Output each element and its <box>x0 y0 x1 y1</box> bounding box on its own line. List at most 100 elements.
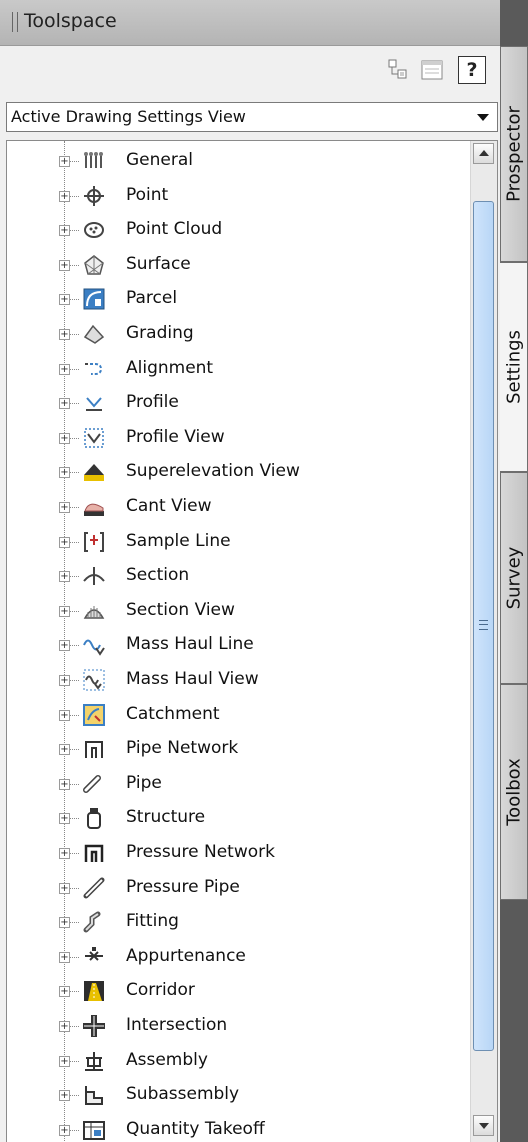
tree-item[interactable]: + Parcel <box>7 282 467 316</box>
item-view-button[interactable] <box>418 56 446 84</box>
expand-icon[interactable]: + <box>59 536 70 548</box>
tab-survey[interactable]: Survey <box>500 472 528 684</box>
expand-icon[interactable]: + <box>59 1055 70 1067</box>
tree-item[interactable]: + Mass Haul View <box>7 663 467 697</box>
tree-item[interactable]: + Surface <box>7 248 467 282</box>
tab-settings[interactable]: Settings <box>500 262 528 472</box>
tree-item-label: Grading <box>126 323 194 343</box>
tree-item[interactable]: + Corridor <box>7 974 467 1008</box>
tree-item[interactable]: + Appurtenance <box>7 940 467 974</box>
tree-item[interactable]: + Assembly <box>7 1044 467 1078</box>
view-selector-dropdown[interactable]: Active Drawing Settings View <box>6 102 498 132</box>
expand-icon[interactable]: + <box>59 605 70 617</box>
tree-item[interactable]: + Sample Line <box>7 525 467 559</box>
tree-item-label: Fitting <box>126 911 179 932</box>
expand-icon[interactable]: + <box>59 744 70 756</box>
expand-icon[interactable]: + <box>59 778 70 790</box>
pipe-icon <box>83 773 105 795</box>
expand-icon[interactable]: + <box>59 813 70 825</box>
expand-icon[interactable]: + <box>59 675 70 686</box>
tree-branch-line <box>70 507 79 508</box>
tree-item[interactable]: + Mass Haul Line <box>7 628 467 662</box>
tree-item[interactable]: + Profile <box>7 386 467 420</box>
expand-icon[interactable]: + <box>59 156 70 167</box>
profile-icon <box>83 392 105 414</box>
tree-item-label: Surface <box>126 253 191 274</box>
appurtenance-icon <box>83 946 105 968</box>
tab-toolbox-label: Toolbox <box>503 758 525 826</box>
tree-item[interactable]: + Superelevation View <box>7 455 467 489</box>
expand-icon[interactable]: + <box>59 398 70 410</box>
expand-icon[interactable]: + <box>59 259 70 271</box>
expand-icon[interactable]: + <box>59 190 70 202</box>
tree-item[interactable]: + Quantity Takeoff <box>7 1113 467 1142</box>
help-button[interactable]: ? <box>458 56 486 84</box>
expand-icon[interactable]: + <box>59 882 70 894</box>
tree-branch-line <box>70 818 79 820</box>
tree-item[interactable]: + Structure <box>7 801 467 835</box>
expand-icon[interactable]: + <box>59 502 70 513</box>
expand-icon[interactable]: + <box>59 1090 70 1102</box>
expand-icon[interactable]: + <box>59 951 70 963</box>
expand-icon[interactable]: + <box>59 467 70 479</box>
tree-item-label: Profile <box>126 392 179 413</box>
tree-item-label: Corridor <box>126 980 195 1001</box>
tree-item[interactable]: + Fitting <box>7 905 467 939</box>
expand-icon[interactable]: + <box>59 432 70 444</box>
tree-item[interactable]: + Pipe <box>7 767 467 801</box>
tree-item[interactable]: + Subassembly <box>7 1078 467 1112</box>
vertical-scrollbar[interactable] <box>470 141 497 1142</box>
expand-icon[interactable]: + <box>59 363 70 375</box>
scroll-thumb[interactable] <box>473 201 494 1051</box>
tree-item[interactable]: + General <box>7 144 467 178</box>
dropdown-arrow-icon <box>477 114 489 121</box>
scroll-down-button[interactable] <box>473 1115 494 1136</box>
expand-icon[interactable]: + <box>59 1021 70 1032</box>
tree-item[interactable]: + Pipe Network <box>7 732 467 766</box>
tree-item[interactable]: + Pressure Pipe <box>7 871 467 905</box>
expand-icon[interactable]: + <box>59 917 70 929</box>
tree-branch-line <box>70 1026 79 1027</box>
tree-item-label: Point Cloud <box>126 219 223 240</box>
tree-item[interactable]: + Section View <box>7 594 467 628</box>
tab-prospector[interactable]: Prospector <box>500 46 528 262</box>
tree-branch-line <box>70 991 79 993</box>
tree-branch-line <box>70 230 79 232</box>
tree-item-label: Mass Haul View <box>126 669 259 689</box>
expand-icon[interactable]: + <box>59 1124 70 1136</box>
section-view-icon <box>83 600 105 622</box>
tree-item-label: Parcel <box>126 288 178 309</box>
alignment-icon <box>83 358 105 380</box>
subassembly-icon <box>83 1084 105 1106</box>
tree-item-label: Profile View <box>126 426 225 447</box>
tree-branch-line <box>70 610 79 612</box>
title-bar[interactable]: Toolspace <box>0 0 500 46</box>
tree-item[interactable]: + Intersection <box>7 1009 467 1043</box>
tree-item[interactable]: + Cant View <box>7 490 467 524</box>
tree-item[interactable]: + Point Cloud <box>7 213 467 247</box>
scroll-up-button[interactable] <box>473 143 494 164</box>
tree-item[interactable]: + Section <box>7 559 467 593</box>
tree-item[interactable]: + Catchment <box>7 698 467 732</box>
expand-icon[interactable]: + <box>59 571 70 583</box>
expand-icon[interactable]: + <box>59 225 70 237</box>
expand-icon[interactable]: + <box>59 294 70 306</box>
tree-item[interactable]: + Grading <box>7 317 467 351</box>
tree-branch-line <box>70 783 79 785</box>
profile-view-icon <box>83 427 105 449</box>
tree-item-label: Alignment <box>126 357 214 378</box>
expand-icon[interactable]: + <box>59 848 70 859</box>
tree-item[interactable]: + Point <box>7 179 467 213</box>
tree-item[interactable]: + Alignment <box>7 352 467 386</box>
tree-branch-line <box>70 403 79 405</box>
tree-item[interactable]: + Profile View <box>7 421 467 455</box>
drag-grip-icon[interactable] <box>12 12 18 32</box>
hierarchy-view-button[interactable] <box>384 56 412 84</box>
tree-branch-line <box>70 195 79 197</box>
expand-icon[interactable]: + <box>59 640 70 652</box>
expand-icon[interactable]: + <box>59 986 70 998</box>
tab-toolbox[interactable]: Toolbox <box>500 684 528 900</box>
tree-item[interactable]: + Pressure Network <box>7 836 467 870</box>
expand-icon[interactable]: + <box>59 329 70 340</box>
expand-icon[interactable]: + <box>59 709 70 721</box>
